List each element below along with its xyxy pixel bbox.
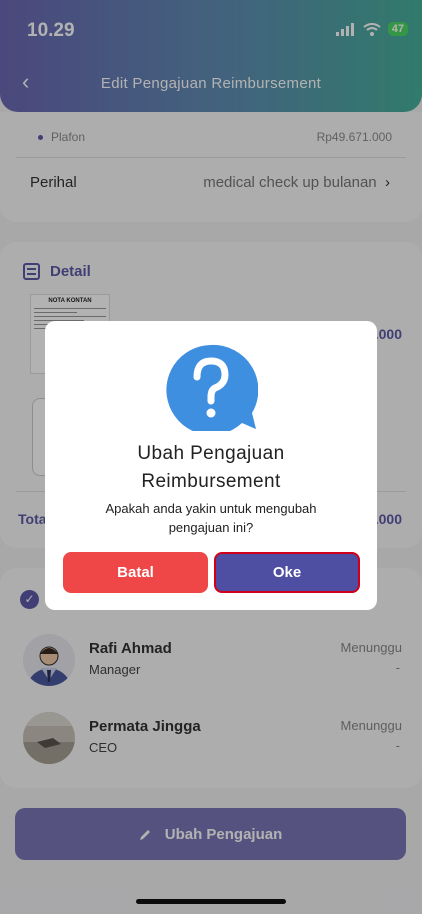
dialog-message-line: Apakah anda yakin untuk mengubah xyxy=(105,501,317,516)
dialog-title: Ubah Pengajuan Reimbursement xyxy=(55,440,367,496)
ok-button[interactable]: Oke xyxy=(214,552,360,593)
dialog-message-line: pengajuan ini? xyxy=(168,520,254,535)
cancel-button[interactable]: Batal xyxy=(63,552,208,593)
dialog-message: Apakah anda yakin untuk mengubah pengaju… xyxy=(81,499,341,537)
dialog-title-line: Reimbursement xyxy=(141,471,281,492)
dialog-title-line: Ubah Pengajuan xyxy=(137,443,285,464)
confirm-dialog: Ubah Pengajuan Reimbursement Apakah anda… xyxy=(45,321,377,610)
question-bubble-icon xyxy=(166,344,258,431)
